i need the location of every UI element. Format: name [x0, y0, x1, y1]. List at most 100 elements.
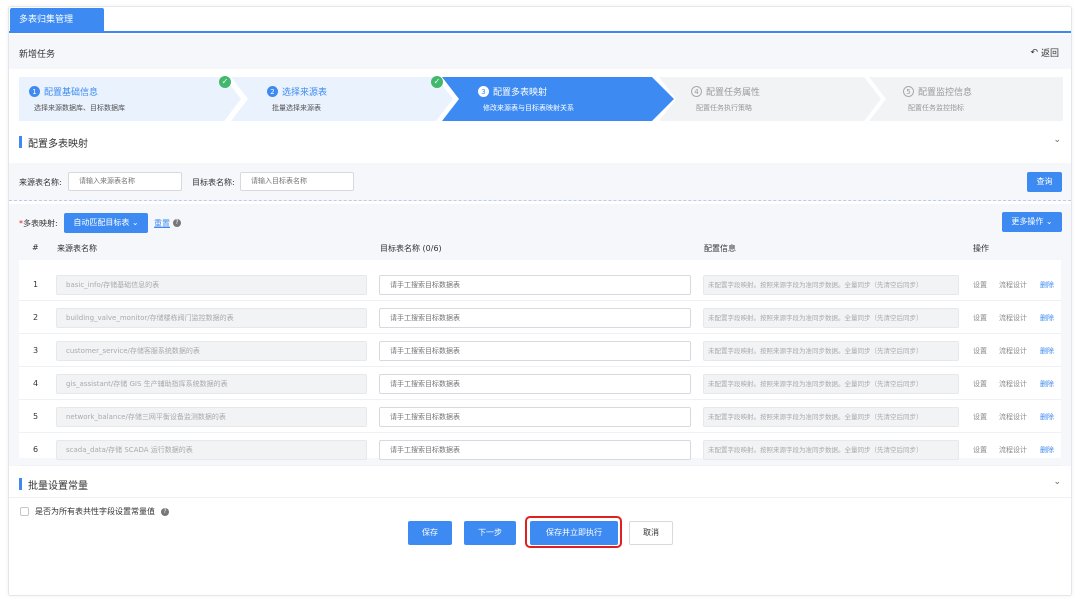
check-icon: ✓: [219, 76, 231, 88]
config-info: 未配置字段映射。按照来源字段为准同步数据。全量同步（先清空后同步）: [703, 275, 959, 295]
section-accent-bar: [19, 478, 22, 490]
more-actions-label: 更多操作: [1011, 217, 1044, 226]
step-number: 3: [478, 86, 489, 97]
config-info: 未配置字段映射。按照来源字段为准同步数据。全量同步（先清空后同步）: [703, 440, 959, 460]
source-table-field: scada_data/存储 SCADA 运行数据的表: [56, 440, 367, 460]
help-icon[interactable]: ?: [161, 507, 169, 516]
flow-design-link[interactable]: 流程设计: [999, 412, 1027, 422]
back-label: 返回: [1040, 49, 1059, 59]
delete-link[interactable]: 删除: [1040, 280, 1054, 290]
section-title: 配置多表映射: [28, 139, 88, 150]
flow-design-link[interactable]: 流程设计: [999, 379, 1027, 389]
col-source: 来源表名称: [57, 244, 97, 253]
step-label: 配置监控信息: [918, 88, 973, 98]
step-3[interactable]: 3 配置多表映射 修改来源表与目标表映射关系: [442, 77, 674, 121]
step-desc: 配置任务监控指标: [908, 104, 964, 112]
mapping-table: # 来源表名称 目标表名称 (0/6) 配置信息 操作 1 basic_info…: [19, 236, 1061, 466]
flow-design-link[interactable]: 流程设计: [999, 445, 1027, 455]
delete-link[interactable]: 删除: [1040, 412, 1054, 422]
target-table-search[interactable]: [379, 374, 691, 394]
flow-design-link[interactable]: 流程设计: [999, 346, 1027, 356]
help-icon[interactable]: ?: [173, 219, 181, 227]
section-title: 批量设置常量: [28, 481, 88, 492]
config-info: 未配置字段映射。按照来源字段为准同步数据。全量同步（先清空后同步）: [703, 341, 959, 361]
section-mapping-header[interactable]: 配置多表映射 ⌄: [9, 131, 1071, 153]
step-2[interactable]: 2 选择来源表 批量选择来源表: [231, 77, 453, 121]
delete-link[interactable]: 删除: [1040, 313, 1054, 323]
tab-bar: 多表归集管理: [9, 7, 1071, 33]
settings-link[interactable]: 设置: [973, 379, 987, 389]
constant-checkbox[interactable]: [20, 507, 29, 516]
settings-link[interactable]: 设置: [973, 280, 987, 290]
config-info: 未配置字段映射。按照来源字段为准同步数据。全量同步（先清空后同步）: [703, 308, 959, 328]
delete-link[interactable]: 删除: [1040, 346, 1054, 356]
target-table-search[interactable]: [379, 308, 691, 328]
step-number: 5: [903, 86, 914, 97]
settings-link[interactable]: 设置: [973, 313, 987, 323]
chevron-down-icon[interactable]: ⌄: [1053, 477, 1061, 487]
page-header: 新增任务 ↶ 返回: [9, 35, 1071, 69]
section-constant-header[interactable]: 批量设置常量 ⌄: [9, 471, 1071, 498]
step-label: 配置任务属性: [706, 88, 761, 98]
step-label: 配置多表映射: [493, 88, 548, 98]
target-table-search[interactable]: [379, 407, 691, 427]
source-table-field: customer_service/存储客服系统数据的表: [56, 341, 367, 361]
step-1[interactable]: 1 配置基础信息 选择来源数据库、目标数据库: [19, 77, 241, 121]
row-index: 2: [33, 313, 39, 322]
target-name-input[interactable]: [240, 172, 354, 191]
delete-link[interactable]: 删除: [1040, 445, 1054, 455]
constant-checkbox-row: 是否为所有表共性字段设置常量值 ?: [20, 506, 169, 517]
more-actions-button[interactable]: 更多操作 ⌄: [1002, 212, 1062, 232]
source-table-field: building_valve_monitor/存储楼栋阀门监控数据的表: [56, 308, 367, 328]
target-table-search[interactable]: [379, 341, 691, 361]
step-4[interactable]: 4 配置任务属性 配置任务执行策略: [659, 77, 881, 121]
config-info: 未配置字段映射。按照来源字段为准同步数据。全量同步（先清空后同步）: [703, 407, 959, 427]
step-5[interactable]: 5 配置监控信息 配置任务监控指标: [869, 77, 1063, 121]
settings-link[interactable]: 设置: [973, 445, 987, 455]
app-frame: 多表归集管理 新增任务 ↶ 返回 1 配置基础信息 选择来源数据库、目标数据库 …: [8, 6, 1072, 596]
query-button[interactable]: 查询: [1027, 172, 1062, 192]
col-index: #: [32, 243, 39, 252]
save-button[interactable]: 保存: [408, 521, 452, 545]
settings-link[interactable]: 设置: [973, 412, 987, 422]
flow-design-link[interactable]: 流程设计: [999, 313, 1027, 323]
source-table-field: basic_info/存储基础信息的表: [56, 275, 367, 295]
auto-match-label: 自动匹配目标表: [73, 218, 130, 227]
step-desc: 选择来源数据库、目标数据库: [34, 104, 125, 112]
table-row: 3 customer_service/存储客服系统数据的表 未配置字段映射。按照…: [19, 335, 1061, 367]
target-table-search[interactable]: [379, 440, 691, 460]
step-desc: 配置任务执行策略: [696, 104, 752, 112]
row-index: 6: [33, 445, 39, 454]
target-table-search[interactable]: [379, 275, 691, 295]
tab-multi-table-collection[interactable]: 多表归集管理: [10, 8, 104, 33]
step-wizard: 1 配置基础信息 选择来源数据库、目标数据库 ✓ 2 选择来源表 批量选择来源表…: [19, 76, 1063, 121]
table-row: 2 building_valve_monitor/存储楼栋阀门监控数据的表 未配…: [19, 302, 1061, 334]
source-name-input[interactable]: [68, 172, 182, 191]
source-name-label: 来源表名称:: [19, 178, 62, 187]
table-row: 6 scada_data/存储 SCADA 运行数据的表 未配置字段映射。按照来…: [19, 434, 1061, 466]
table-row: 1 basic_info/存储基础信息的表 未配置字段映射。按照来源字段为准同步…: [19, 269, 1061, 301]
step-label: 配置基础信息: [44, 88, 99, 98]
step-number: 2: [267, 86, 278, 97]
source-table-field: gis_assistant/存储 GIS 生产辅助指挥系统数据的表: [56, 374, 367, 394]
step-2-background: [231, 77, 453, 121]
auto-match-button[interactable]: 自动匹配目标表 ⌄: [64, 213, 148, 233]
delete-link[interactable]: 删除: [1040, 379, 1054, 389]
config-info: 未配置字段映射。按照来源字段为准同步数据。全量同步（先清空后同步）: [703, 374, 959, 394]
step-label: 选择来源表: [282, 88, 328, 98]
chevron-down-icon: ⌄: [131, 218, 139, 227]
flow-design-link[interactable]: 流程设计: [999, 280, 1027, 290]
settings-link[interactable]: 设置: [973, 346, 987, 356]
table-row: 4 gis_assistant/存储 GIS 生产辅助指挥系统数据的表 未配置字…: [19, 368, 1061, 400]
table-header: # 来源表名称 目标表名称 (0/6) 配置信息 操作: [19, 236, 1061, 260]
cancel-button[interactable]: 取消: [629, 521, 673, 545]
step-number: 1: [29, 86, 40, 97]
table-row: 5 network_balance/存储三网平衡设备监测数据的表 未配置字段映射…: [19, 401, 1061, 433]
chevron-down-icon: ⌄: [1045, 217, 1053, 226]
chevron-down-icon[interactable]: ⌄: [1053, 135, 1061, 145]
col-actions: 操作: [973, 244, 989, 253]
next-step-button[interactable]: 下一步: [464, 521, 516, 545]
reset-link[interactable]: 重置: [154, 218, 170, 229]
step-desc: 修改来源表与目标表映射关系: [483, 104, 574, 112]
back-button[interactable]: ↶ 返回: [1030, 46, 1059, 60]
